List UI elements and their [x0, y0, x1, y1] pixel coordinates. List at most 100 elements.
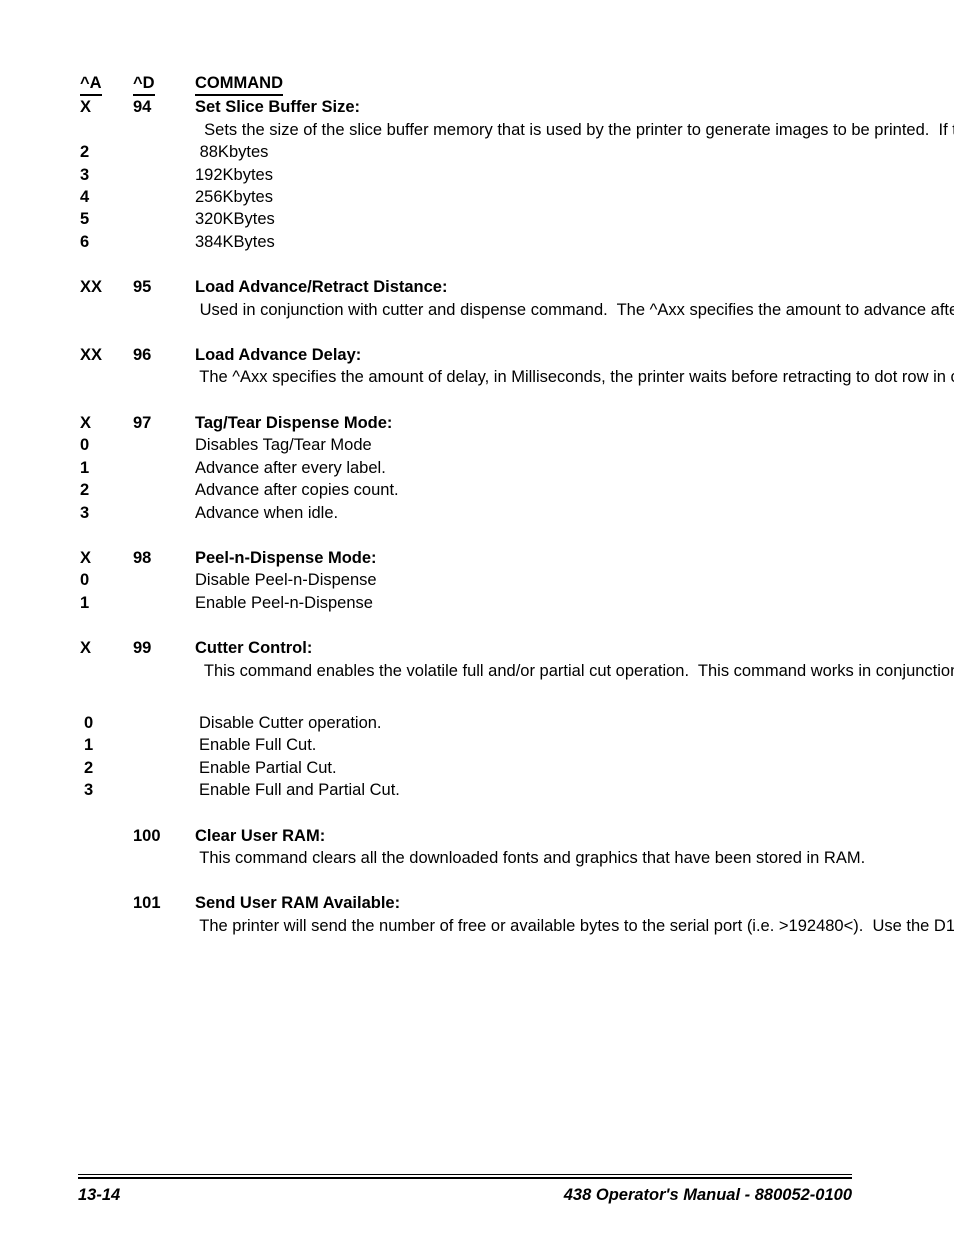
- option-value: 2: [84, 758, 94, 777]
- command-95-a-value: XX: [80, 278, 103, 297]
- column-header-control-a: ^A: [80, 72, 133, 97]
- footer-divider: [78, 1174, 852, 1179]
- command-96-description: Load Advance Delay: The ^Axx specifies t…: [195, 344, 954, 389]
- option-label: Disable Peel-n-Dispense: [195, 571, 377, 590]
- command-94-description: Set Slice Buffer Size: Sets the size of …: [195, 96, 954, 141]
- option-value: 4: [80, 188, 90, 207]
- command-row-101: 101 Send User RAM Available: The printer…: [80, 892, 954, 937]
- option-row: 0 Disable Peel-n-Dispense: [80, 569, 870, 591]
- command-96-title: Load Advance Delay:: [195, 346, 362, 365]
- command-97-title: Tag/Tear Dispense Mode:: [195, 413, 393, 432]
- command-101-d-value: 101: [133, 894, 161, 913]
- command-row-97: X 97 Tag/Tear Dispense Mode:: [80, 412, 870, 434]
- command-96-body: The ^Axx specifies the amount of delay, …: [199, 368, 954, 387]
- option-value: 0: [80, 436, 90, 455]
- footer-rule-bottom: [78, 1177, 852, 1179]
- option-label: Advance when idle.: [195, 503, 339, 522]
- command-100-title: Clear User RAM:: [195, 826, 326, 845]
- command-98-d-value: 98: [133, 548, 152, 567]
- option-label: 192Kbytes: [195, 165, 273, 184]
- command-101-title: Send User RAM Available:: [195, 894, 401, 913]
- column-header-command: COMMAND: [195, 72, 870, 97]
- table-header-row: ^A ^D COMMAND: [80, 72, 870, 97]
- footer-page-number: 13-14: [78, 1186, 121, 1204]
- option-value: 3: [80, 165, 90, 184]
- option-row: 1 Advance after every label.: [80, 457, 870, 479]
- column-header-control-d: ^D: [133, 72, 195, 97]
- command-101-body: The printer will send the number of free…: [199, 916, 954, 935]
- command-100-d-value: 100: [133, 826, 161, 845]
- command-97-a-value: X: [80, 413, 92, 432]
- command-row-100: 100 Clear User RAM: This command clears …: [80, 825, 870, 870]
- command-98-a-value: X: [80, 548, 92, 567]
- option-label: Disable Cutter operation.: [199, 713, 382, 732]
- option-row: 0 Disables Tag/Tear Mode: [80, 434, 870, 456]
- command-row-94: X 94 Set Slice Buffer Size: Sets the siz…: [80, 96, 954, 141]
- option-value: 0: [80, 571, 90, 590]
- option-row: 4 256Kbytes: [80, 186, 870, 208]
- option-value: 3: [80, 503, 90, 522]
- command-99-description: Cutter Control: This command enables the…: [195, 637, 954, 682]
- page-footer: 13-14 438 Operator's Manual - 880052-010…: [78, 1186, 852, 1205]
- command-96-d-value: 96: [133, 346, 152, 365]
- command-101-description: Send User RAM Available: The printer wil…: [195, 892, 954, 937]
- command-98-title: Peel-n-Dispense Mode:: [195, 548, 377, 567]
- command-94-title: Set Slice Buffer Size:: [195, 98, 361, 117]
- command-94-body: Sets the size of the slice buffer memory…: [204, 120, 954, 139]
- option-row: 2 Enable Partial Cut.: [80, 757, 870, 779]
- command-99-body: This command enables the volatile full a…: [203, 661, 954, 680]
- option-value: 2: [80, 143, 90, 162]
- option-row: 1 Enable Peel-n-Dispense: [80, 592, 870, 614]
- option-label: Advance after copies count.: [195, 481, 399, 500]
- option-label: 384KBytes: [195, 232, 275, 251]
- option-value: 1: [80, 458, 90, 477]
- option-row: 3 Enable Full and Partial Cut.: [80, 779, 870, 801]
- document-page: ^A ^D COMMAND X 94 Set Slice Buffer Size…: [0, 0, 954, 1235]
- command-95-d-value: 95: [133, 278, 152, 297]
- option-value: 6: [80, 232, 90, 251]
- option-row: 3 Advance when idle.: [80, 502, 870, 524]
- command-99-title: Cutter Control:: [195, 639, 313, 658]
- command-row-98: X 98 Peel-n-Dispense Mode:: [80, 547, 870, 569]
- option-value: 1: [80, 593, 90, 612]
- option-label: Disables Tag/Tear Mode: [195, 436, 372, 455]
- option-value: 3: [84, 781, 94, 800]
- option-row: 0 Disable Cutter operation.: [80, 712, 870, 734]
- option-row: 5 320KBytes: [80, 208, 870, 230]
- command-95-body: Used in conjunction with cutter and disp…: [199, 300, 954, 319]
- command-96-a-value: XX: [80, 346, 103, 365]
- command-94-a-value: X: [80, 98, 92, 117]
- option-label: 320KBytes: [195, 210, 275, 229]
- option-row: 6 384KBytes: [80, 231, 870, 253]
- command-99-a-value: X: [80, 639, 92, 658]
- option-label: 88Kbytes: [195, 143, 269, 162]
- command-100-body: This command clears all the downloaded f…: [195, 848, 866, 867]
- command-97-d-value: 97: [133, 413, 152, 432]
- command-94-d-value: 94: [133, 98, 152, 117]
- command-row-99: X 99 Cutter Control: This command enable…: [80, 637, 954, 682]
- command-100-description: Clear User RAM: This command clears all …: [195, 825, 870, 870]
- option-value: 2: [80, 481, 90, 500]
- option-row: 3 192Kbytes: [80, 164, 870, 186]
- command-98-description: Peel-n-Dispense Mode:: [195, 547, 870, 569]
- option-value: 5: [80, 210, 90, 229]
- command-row-96: XX 96 Load Advance Delay: The ^Axx speci…: [80, 344, 954, 389]
- option-row: 2 88Kbytes: [80, 141, 870, 163]
- option-label: Enable Peel-n-Dispense: [195, 593, 373, 612]
- option-label: 256Kbytes: [195, 188, 273, 207]
- option-value: 1: [84, 736, 94, 755]
- command-row-95: XX 95 Load Advance/Retract Distance: Use…: [80, 276, 954, 321]
- option-row: 1 Enable Full Cut.: [80, 734, 870, 756]
- option-row: 2 Advance after copies count.: [80, 479, 870, 501]
- command-95-title: Load Advance/Retract Distance:: [195, 278, 448, 297]
- footer-manual-title: 438 Operator's Manual - 880052-0100: [563, 1186, 852, 1204]
- command-97-description: Tag/Tear Dispense Mode:: [195, 412, 870, 434]
